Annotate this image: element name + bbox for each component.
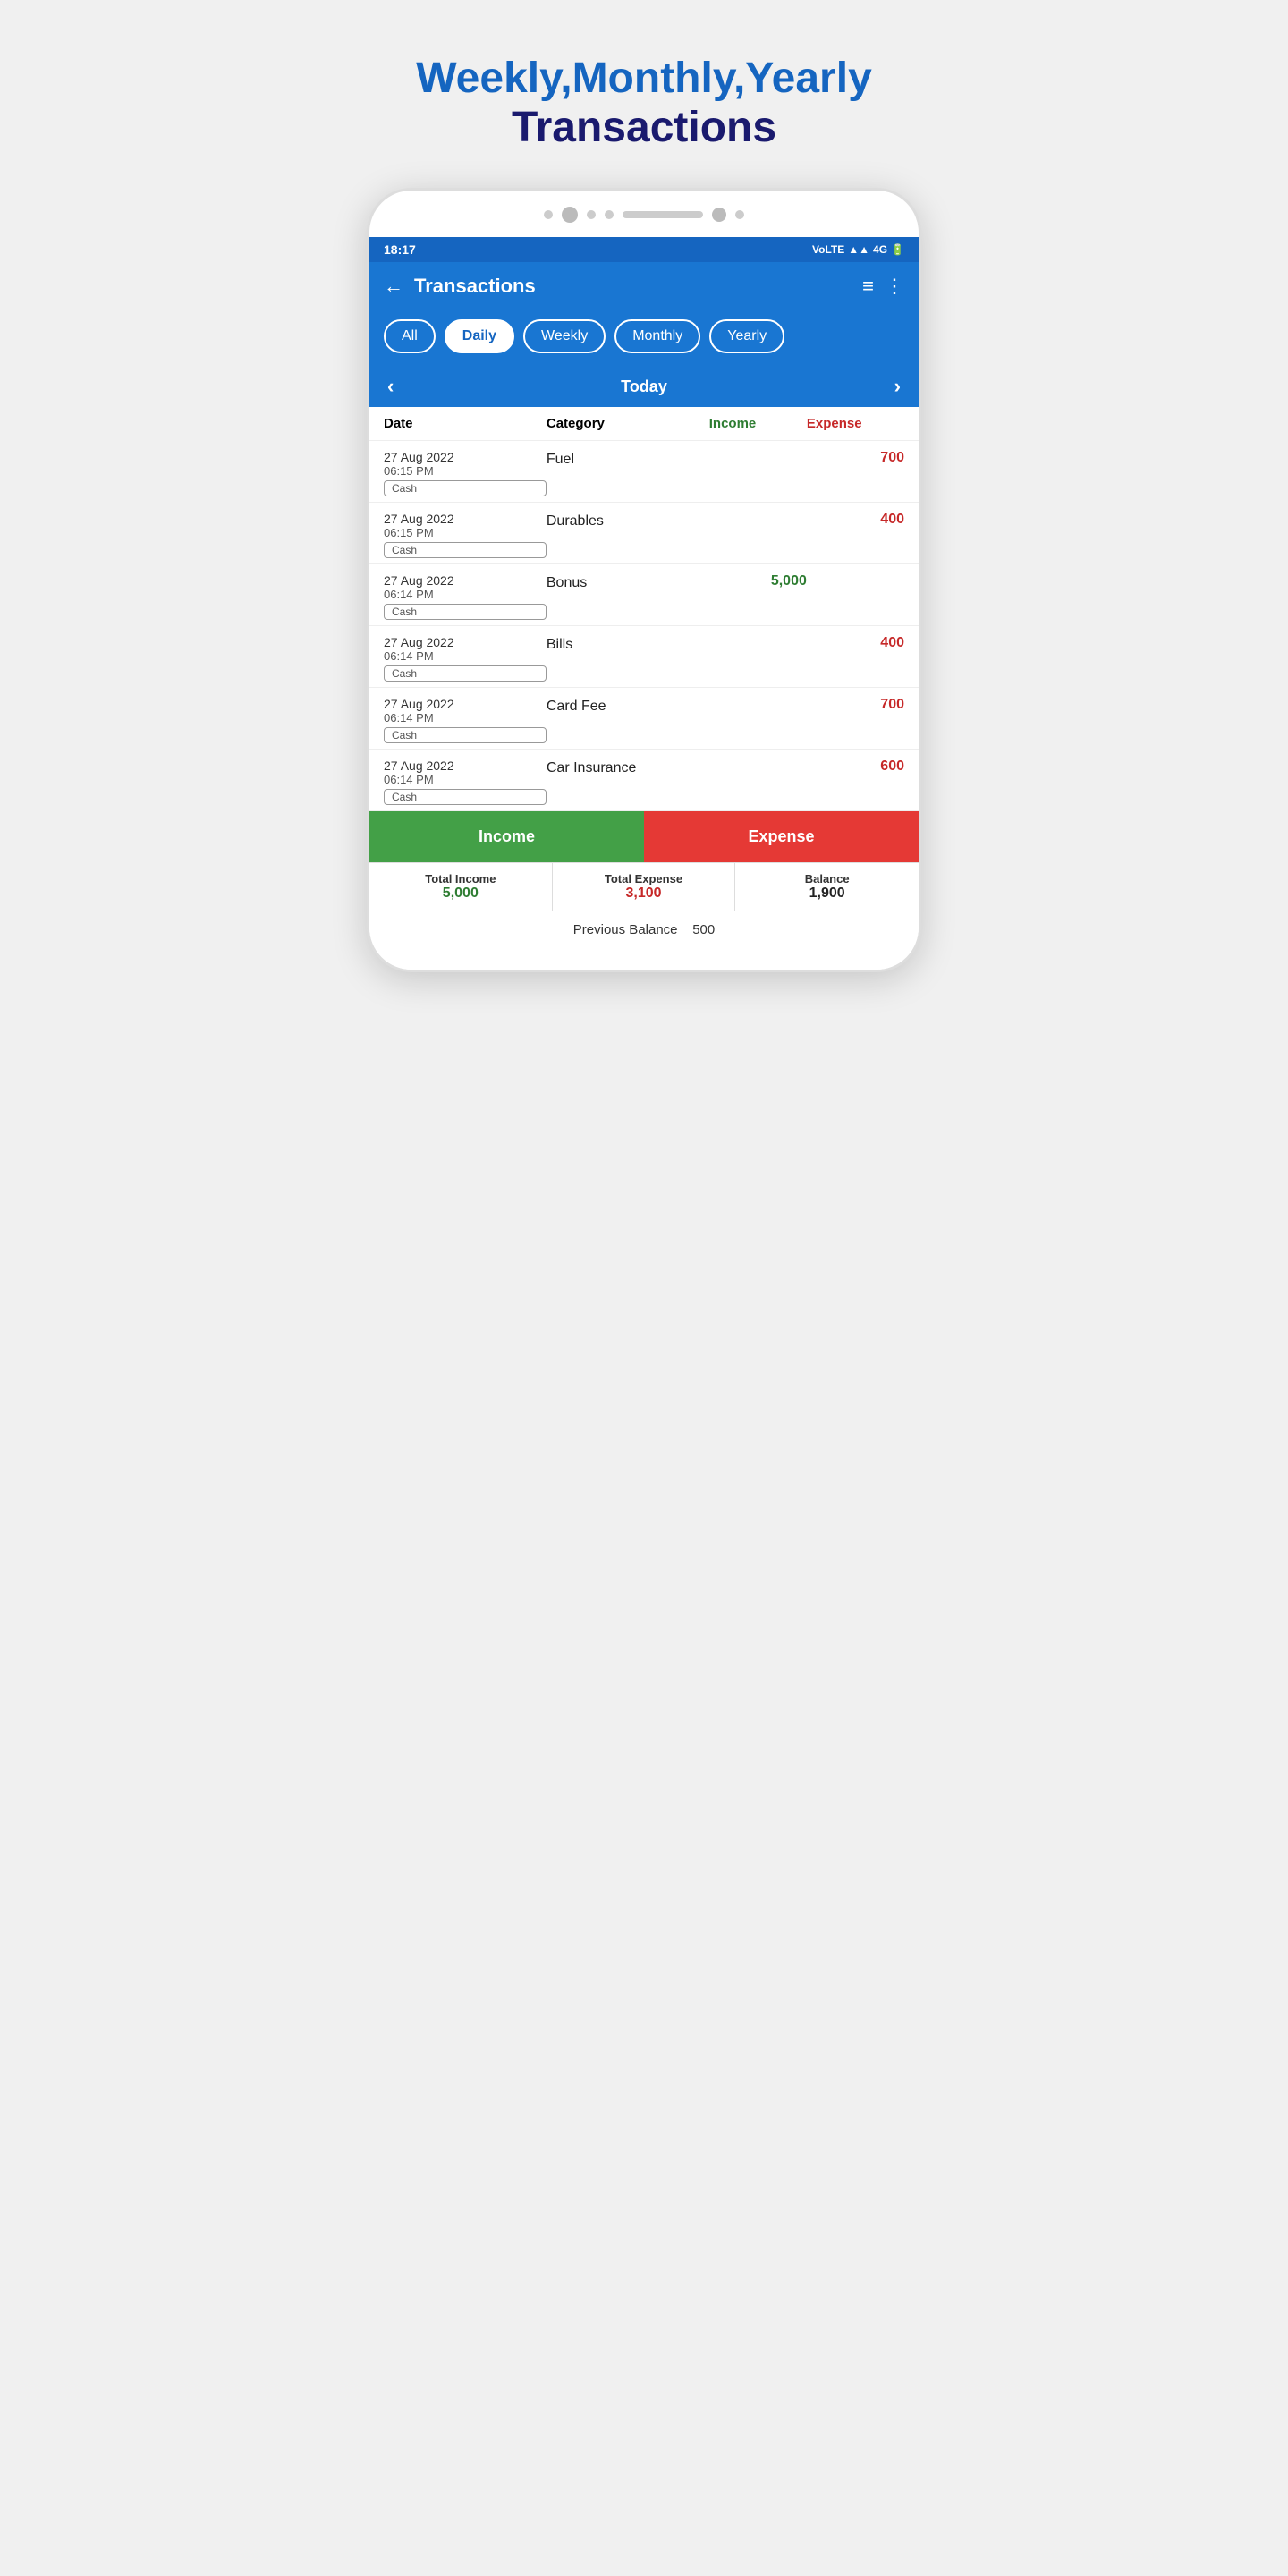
phone-dot-1 (544, 210, 553, 219)
filter-btn-daily[interactable]: Daily (445, 319, 514, 353)
category-cell: Bonus (547, 573, 709, 591)
more-button[interactable]: ⋮ (885, 275, 904, 298)
app-title: Transactions (414, 275, 852, 298)
income-cell: 5,000 (709, 573, 807, 589)
volte-icon: VoLTE (812, 243, 844, 256)
category-cell: Bills (547, 635, 709, 653)
total-expense-cell: Total Expense 3,100 (553, 863, 736, 911)
network-icon: 4G (873, 243, 887, 256)
table-header: Date Category Income Expense (369, 407, 919, 441)
summary-row: Total Income 5,000 Total Expense 3,100 B… (369, 862, 919, 911)
filter-btn-monthly[interactable]: Monthly (614, 319, 700, 353)
total-income-cell: Total Income 5,000 (369, 863, 553, 911)
status-icons: VoLTE ▲▲ 4G 🔋 (812, 243, 904, 256)
date-cell: 27 Aug 2022 06:14 PM Cash (384, 758, 547, 805)
filter-bar: All Daily WeeklyMonthly Yearly (369, 310, 919, 366)
phone-speaker (623, 211, 703, 218)
app-header: ← Transactions ≡ ⋮ (369, 262, 919, 310)
filter-btn-weekly[interactable]: Weekly (523, 319, 606, 353)
balance-label: Balance (744, 872, 910, 886)
phone-bottom (369, 948, 919, 970)
menu-button[interactable]: ≡ (862, 275, 874, 298)
filter-btn-yearly[interactable]: Yearly (709, 319, 784, 353)
expense-cell: 700 (807, 450, 904, 466)
phone-top-bar (369, 207, 919, 237)
current-date-label: Today (621, 377, 667, 396)
phone-dot-4 (605, 210, 614, 219)
prev-balance-value: 500 (692, 922, 715, 937)
phone-dot-5 (735, 210, 744, 219)
prev-balance-row: Previous Balance 500 (369, 911, 919, 948)
bottom-buttons: Income Expense (369, 811, 919, 862)
next-date-button[interactable]: › (894, 375, 901, 398)
date-cell: 27 Aug 2022 06:14 PM Cash (384, 635, 547, 682)
transactions-list: 27 Aug 2022 06:15 PM Cash Fuel 700 27 Au… (369, 441, 919, 811)
battery-icon: 🔋 (891, 243, 904, 256)
expense-cell: 700 (807, 697, 904, 713)
category-cell: Fuel (547, 450, 709, 468)
filter-btn-all[interactable]: All (384, 319, 436, 353)
date-cell: 27 Aug 2022 06:14 PM Cash (384, 573, 547, 620)
table-row: 27 Aug 2022 06:14 PM Cash Card Fee 700 (369, 688, 919, 750)
page-title-line1: Weekly,Monthly,Yearly (416, 54, 872, 103)
prev-balance-label: Previous Balance (573, 922, 678, 937)
table-row: 27 Aug 2022 06:14 PM Cash Bonus 5,000 (369, 564, 919, 626)
status-bar: 18:17 VoLTE ▲▲ 4G 🔋 (369, 237, 919, 262)
total-income-label: Total Income (378, 872, 543, 886)
category-cell: Durables (547, 512, 709, 530)
col-category: Category (547, 416, 709, 431)
page-header: Weekly,Monthly,Yearly Transactions (416, 54, 872, 152)
total-income-value: 5,000 (378, 886, 543, 902)
phone-mockup: 18:17 VoLTE ▲▲ 4G 🔋 ← Transactions ≡ ⋮ A… (367, 188, 921, 972)
table-row: 27 Aug 2022 06:14 PM Cash Bills 400 (369, 626, 919, 688)
table-row: 27 Aug 2022 06:15 PM Cash Durables 400 (369, 503, 919, 564)
balance-value: 1,900 (744, 886, 910, 902)
income-button[interactable]: Income (369, 811, 644, 862)
date-cell: 27 Aug 2022 06:14 PM Cash (384, 697, 547, 743)
back-button[interactable]: ← (384, 275, 403, 298)
category-cell: Card Fee (547, 697, 709, 715)
date-navigation: ‹ Today › (369, 366, 919, 407)
expense-cell: 400 (807, 635, 904, 651)
expense-cell: 400 (807, 512, 904, 528)
phone-dot-3 (587, 210, 596, 219)
total-expense-value: 3,100 (562, 886, 726, 902)
total-expense-label: Total Expense (562, 872, 726, 886)
col-income: Income (709, 416, 807, 431)
table-row: 27 Aug 2022 06:14 PM Cash Car Insurance … (369, 750, 919, 811)
category-cell: Car Insurance (547, 758, 709, 776)
prev-date-button[interactable]: ‹ (387, 375, 394, 398)
col-expense: Expense (807, 416, 904, 431)
phone-dot-2 (562, 207, 578, 223)
expense-cell: 600 (807, 758, 904, 775)
col-date: Date (384, 416, 547, 431)
balance-cell: Balance 1,900 (735, 863, 919, 911)
phone-camera (712, 208, 726, 222)
expense-button[interactable]: Expense (644, 811, 919, 862)
date-cell: 27 Aug 2022 06:15 PM Cash (384, 450, 547, 496)
date-cell: 27 Aug 2022 06:15 PM Cash (384, 512, 547, 558)
signal-icon: ▲▲ (848, 243, 869, 256)
page-title-line2: Transactions (416, 103, 872, 152)
table-row: 27 Aug 2022 06:15 PM Cash Fuel 700 (369, 441, 919, 503)
status-time: 18:17 (384, 242, 416, 257)
